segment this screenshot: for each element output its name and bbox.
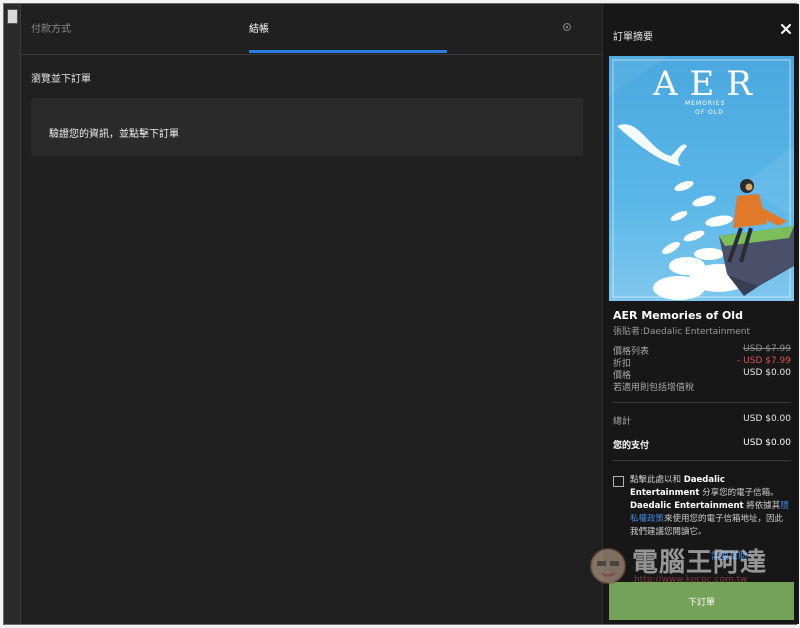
consent-text-part: 將依據其 bbox=[746, 501, 781, 511]
verify-info-text: 驗證您的資訊，並點擊下訂單 bbox=[49, 129, 179, 140]
checkout-panel: 付款方式 結帳 瀏覽並下訂單 驗證您的資訊，並點擊下訂單 bbox=[21, 4, 602, 624]
discount-row: 折扣 - USD $7.99 bbox=[613, 356, 791, 369]
epic-checkout-window: 付款方式 結帳 瀏覽並下訂單 驗證您的資訊，並點擊下訂單 訂單摘要 AER ME… bbox=[3, 3, 799, 625]
price-list-row: 價格列表 USD $7.99 bbox=[613, 344, 791, 357]
consent-company: Daedalic Entertainment bbox=[630, 501, 744, 511]
vat-note: 若適用則包括增值稅 bbox=[613, 383, 695, 393]
cover-subtitle-1: MEMORIES bbox=[685, 100, 726, 107]
payment-total-row: 您的支付 USD $0.00 bbox=[613, 438, 791, 451]
your-payment-label: 您的支付 bbox=[613, 441, 650, 451]
summary-divider bbox=[613, 460, 791, 461]
order-summary-title: 訂單摘要 bbox=[613, 32, 653, 43]
share-email-checkbox[interactable] bbox=[613, 476, 624, 487]
price-list-value: USD $7.99 bbox=[743, 344, 791, 354]
order-summary-panel: 訂單摘要 AER MEMORIES OF OLD AER Memories of… bbox=[602, 4, 799, 624]
summary-divider bbox=[613, 402, 791, 403]
verify-info-box: 驗證您的資訊，並點擊下訂單 bbox=[31, 98, 583, 156]
close-icon[interactable] bbox=[780, 23, 792, 35]
consent-text-part: 分享您的電子信箱。 bbox=[702, 488, 779, 498]
launcher-icon bbox=[7, 9, 18, 24]
share-email-consent-text: 點擊此處以和 Daedalic Entertainment 分享您的電子信箱。 … bbox=[630, 474, 790, 539]
place-order-button[interactable]: 下訂單 bbox=[609, 582, 794, 620]
cover-subtitle-2: OF OLD bbox=[695, 109, 724, 116]
game-cover-art: AER MEMORIES OF OLD bbox=[609, 56, 794, 301]
launcher-edge bbox=[4, 4, 21, 624]
consent-text-part: 點擊此處以和 bbox=[630, 475, 682, 485]
game-title: AER Memories of Old bbox=[613, 309, 743, 322]
need-help-link[interactable]: 需要幫助？ bbox=[711, 549, 756, 562]
price-row: 價格 USD $0.00 bbox=[613, 368, 791, 381]
secure-lock-icon bbox=[562, 22, 572, 32]
price-value: USD $0.00 bbox=[743, 368, 791, 378]
cover-logo: AER bbox=[653, 64, 764, 104]
vat-note-row: 若適用則包括增值稅 bbox=[613, 380, 791, 393]
subtotal-row: 總計 USD $0.00 bbox=[613, 414, 791, 427]
checkout-tabs: 付款方式 結帳 bbox=[21, 4, 602, 55]
publisher-label: 張貼者:Daedalic Entertainment bbox=[613, 327, 750, 337]
tab-checkout[interactable]: 結帳 bbox=[249, 20, 269, 35]
discount-value: - USD $7.99 bbox=[737, 356, 791, 366]
tab-payment-method[interactable]: 付款方式 bbox=[31, 20, 71, 35]
subtotal-label: 總計 bbox=[613, 417, 632, 427]
active-tab-indicator bbox=[249, 50, 447, 53]
subtotal-value: USD $0.00 bbox=[743, 414, 791, 424]
review-order-heading: 瀏覽並下訂單 bbox=[31, 74, 91, 85]
your-payment-value: USD $0.00 bbox=[743, 438, 791, 448]
